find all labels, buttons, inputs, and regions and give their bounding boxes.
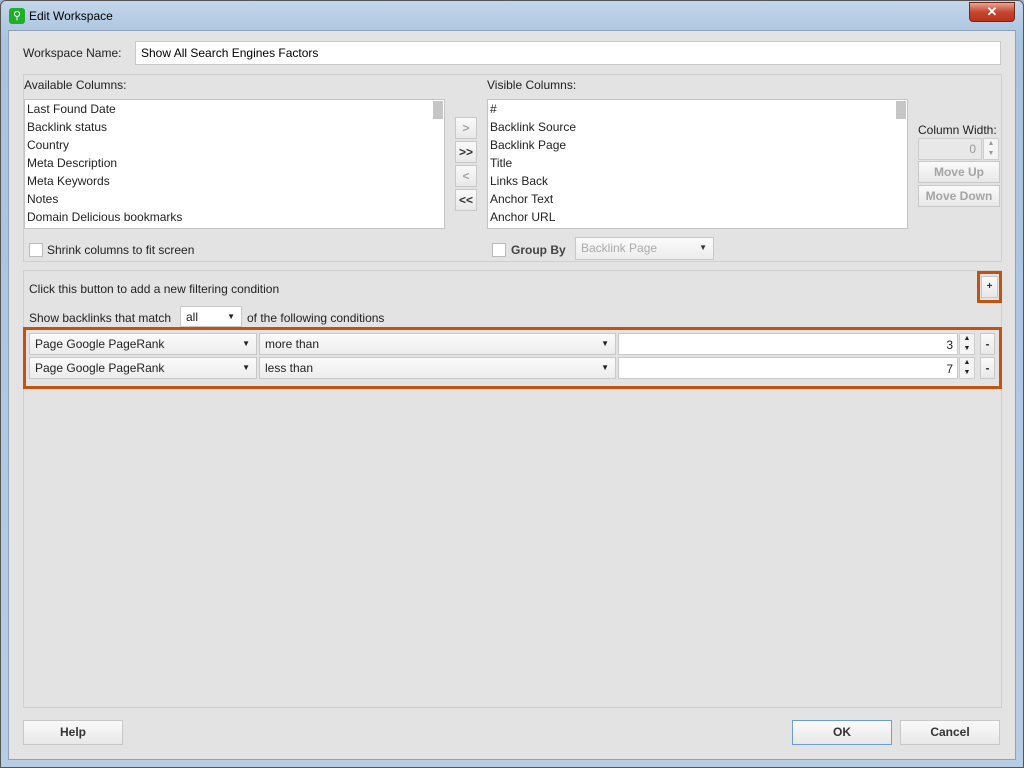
value-spinner[interactable]: ▲ ▼ bbox=[959, 357, 975, 379]
move-down-button[interactable]: Move Down bbox=[918, 185, 1000, 207]
group-by-checkbox[interactable] bbox=[492, 243, 506, 257]
chevron-down-icon: ▼ bbox=[699, 243, 707, 252]
list-item[interactable]: Notes bbox=[25, 190, 444, 208]
match-suffix: of the following conditions bbox=[247, 311, 385, 325]
dialog-body: Workspace Name: Available Columns: Last … bbox=[8, 30, 1016, 760]
operator-value: less than bbox=[265, 361, 314, 375]
group-by-select[interactable]: Backlink Page ▼ bbox=[575, 237, 714, 260]
scrollbar[interactable] bbox=[896, 101, 906, 119]
chevron-down-icon: ▼ bbox=[601, 339, 609, 348]
list-item[interactable]: Meta Description bbox=[25, 154, 444, 172]
workspace-name-input[interactable] bbox=[135, 41, 1001, 65]
visible-columns-list[interactable]: # Backlink Source Backlink Page Title Li… bbox=[487, 99, 908, 229]
help-button[interactable]: Help bbox=[23, 720, 123, 745]
move-up-button[interactable]: Move Up bbox=[918, 161, 1000, 183]
shrink-columns-label: Shrink columns to fit screen bbox=[47, 243, 195, 257]
field-value: Page Google PageRank bbox=[35, 361, 165, 375]
shrink-columns-checkbox[interactable] bbox=[29, 243, 43, 257]
remove-condition-button[interactable]: - bbox=[980, 357, 995, 379]
condition-operator-select[interactable]: less than ▼ bbox=[259, 357, 616, 379]
app-icon: ⚲ bbox=[9, 8, 25, 24]
available-columns-list[interactable]: Last Found Date Backlink status Country … bbox=[24, 99, 445, 229]
list-item[interactable]: Title bbox=[488, 154, 907, 172]
list-item[interactable]: Backlink Page bbox=[488, 136, 907, 154]
list-item[interactable]: Domain Delicious bookmarks bbox=[25, 208, 444, 226]
list-item[interactable]: Anchor URL bbox=[488, 208, 907, 226]
group-by-label: Group By bbox=[511, 243, 566, 257]
condition-value-input[interactable]: 3 bbox=[618, 333, 958, 355]
filter-hint: Click this button to add a new filtering… bbox=[29, 282, 280, 296]
scrollbar[interactable] bbox=[433, 101, 443, 119]
window-title: Edit Workspace bbox=[29, 9, 113, 23]
group-by-value: Backlink Page bbox=[581, 241, 658, 255]
match-value: all bbox=[186, 310, 199, 324]
list-item[interactable]: Meta Keywords bbox=[25, 172, 444, 190]
chevron-down-icon: ▼ bbox=[601, 363, 609, 372]
list-item[interactable]: Country bbox=[25, 136, 444, 154]
remove-all-columns-button[interactable]: << bbox=[455, 189, 477, 211]
cancel-button[interactable]: Cancel bbox=[900, 720, 1000, 745]
available-columns-label: Available Columns: bbox=[24, 78, 127, 92]
condition-field-select[interactable]: Page Google PageRank ▼ bbox=[29, 333, 257, 355]
chevron-down-icon: ▼ bbox=[227, 312, 235, 321]
list-item[interactable]: Last Found Date bbox=[25, 100, 444, 118]
add-condition-button[interactable]: + bbox=[981, 276, 998, 298]
list-item[interactable]: # bbox=[488, 100, 907, 118]
field-value: Page Google PageRank bbox=[35, 337, 165, 351]
remove-column-button[interactable]: < bbox=[455, 165, 477, 187]
value-spinner[interactable]: ▲ ▼ bbox=[959, 333, 975, 355]
remove-condition-button[interactable]: - bbox=[980, 333, 995, 355]
add-column-button[interactable]: > bbox=[455, 117, 477, 139]
column-width-label: Column Width: bbox=[918, 123, 997, 137]
close-button[interactable]: ✕ bbox=[969, 2, 1015, 22]
condition-operator-select[interactable]: more than ▼ bbox=[259, 333, 616, 355]
add-all-columns-button[interactable]: >> bbox=[455, 141, 477, 163]
workspace-name-label: Workspace Name: bbox=[23, 46, 122, 60]
match-prefix: Show backlinks that match bbox=[29, 311, 172, 325]
operator-value: more than bbox=[265, 337, 320, 351]
chevron-down-icon: ▼ bbox=[242, 339, 250, 348]
column-width-spinner[interactable]: ▲ ▼ bbox=[983, 138, 999, 160]
match-select[interactable]: all ▼ bbox=[180, 306, 242, 327]
list-item[interactable]: Backlink Source bbox=[488, 118, 907, 136]
column-width-input[interactable]: 0 bbox=[918, 138, 982, 160]
list-item[interactable]: Anchor Text bbox=[488, 190, 907, 208]
ok-button[interactable]: OK bbox=[792, 720, 892, 745]
condition-value-input[interactable]: 7 bbox=[618, 357, 958, 379]
visible-columns-label: Visible Columns: bbox=[487, 78, 577, 92]
list-item[interactable]: Backlink status bbox=[25, 118, 444, 136]
chevron-down-icon: ▼ bbox=[242, 363, 250, 372]
condition-field-select[interactable]: Page Google PageRank ▼ bbox=[29, 357, 257, 379]
list-item[interactable]: Links Back bbox=[488, 172, 907, 190]
